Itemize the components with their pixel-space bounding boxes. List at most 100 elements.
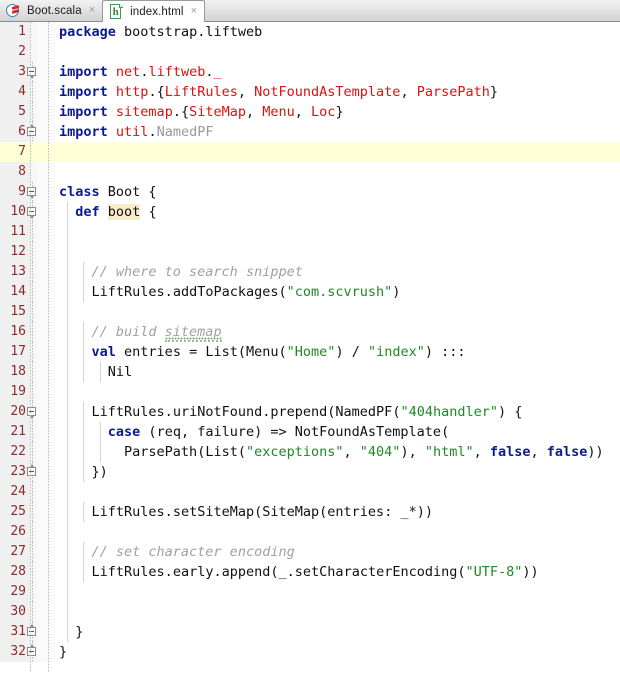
code-line[interactable]: 7	[0, 142, 620, 162]
fold-column[interactable]	[27, 622, 37, 642]
code-line[interactable]: 24	[0, 482, 620, 502]
code-text[interactable]: import http.{LiftRules, NotFoundAsTempla…	[55, 82, 620, 102]
code-text[interactable]: }	[55, 642, 620, 662]
fold-column[interactable]	[30, 42, 37, 62]
code-line[interactable]: 14 LiftRules.addToPackages("com.scvrush"…	[0, 282, 620, 302]
fold-column[interactable]	[30, 342, 37, 362]
code-text[interactable]	[55, 482, 620, 502]
fold-column[interactable]	[30, 602, 37, 622]
code-line[interactable]: 11	[0, 222, 620, 242]
code-line[interactable]: 15	[0, 302, 620, 322]
code-text[interactable]: }	[55, 622, 620, 642]
code-text[interactable]: LiftRules.uriNotFound.prepend(NamedPF("4…	[55, 402, 620, 422]
code-line[interactable]: 26	[0, 522, 620, 542]
code-text[interactable]: Nil	[55, 362, 620, 382]
code-text[interactable]: ParsePath(List("exceptions", "404"), "ht…	[55, 442, 620, 462]
fold-column[interactable]	[30, 162, 37, 182]
code-text[interactable]: import sitemap.{SiteMap, Menu, Loc}	[55, 102, 620, 122]
code-line[interactable]: 9 class Boot {	[0, 182, 620, 202]
fold-column[interactable]	[30, 422, 37, 442]
code-line[interactable]: 3 import net.liftweb._	[0, 62, 620, 82]
close-icon[interactable]: ×	[88, 5, 96, 16]
code-text[interactable]: // set character encoding	[55, 542, 620, 562]
code-line[interactable]: 30	[0, 602, 620, 622]
code-editor-area[interactable]: 1 package bootstrap.liftweb 2 3 import net.l…	[0, 22, 620, 673]
code-text[interactable]: LiftRules.setSiteMap(SiteMap(entries: _*…	[55, 502, 620, 522]
code-line[interactable]: 27 // set character encoding	[0, 542, 620, 562]
code-line[interactable]: 31 }	[0, 622, 620, 642]
fold-column[interactable]	[27, 202, 37, 222]
code-text[interactable]: class Boot {	[55, 182, 620, 202]
code-text[interactable]: val entries = List(Menu("Home") / "index…	[55, 342, 620, 362]
code-line[interactable]: 32}	[0, 642, 620, 662]
code-text[interactable]	[55, 602, 620, 622]
fold-column[interactable]	[30, 22, 37, 42]
fold-column[interactable]	[27, 402, 37, 422]
fold-column[interactable]	[27, 462, 37, 482]
code-line[interactable]: 16 // build sitemap	[0, 322, 620, 342]
code-line[interactable]: 28 LiftRules.early.append(_.setCharacter…	[0, 562, 620, 582]
code-line[interactable]: 12	[0, 242, 620, 262]
fold-column[interactable]	[27, 182, 37, 202]
fold-column[interactable]	[27, 122, 37, 142]
code-line[interactable]: 25 LiftRules.setSiteMap(SiteMap(entries:…	[0, 502, 620, 522]
fold-column[interactable]	[27, 62, 37, 82]
code-text[interactable]	[55, 302, 620, 322]
code-text[interactable]: import net.liftweb._	[55, 62, 620, 82]
code-line[interactable]: 13 // where to search snippet	[0, 262, 620, 282]
fold-column[interactable]	[30, 222, 37, 242]
code-text[interactable]: import util.NamedPF	[55, 122, 620, 142]
fold-column[interactable]	[30, 522, 37, 542]
fold-column[interactable]	[30, 582, 37, 602]
code-line[interactable]: 19	[0, 382, 620, 402]
code-text[interactable]: // where to search snippet	[55, 262, 620, 282]
code-text[interactable]	[55, 382, 620, 402]
code-text[interactable]	[55, 142, 620, 162]
code-line[interactable]: 17 val entries = List(Menu("Home") / "in…	[0, 342, 620, 362]
code-line[interactable]: 23 })	[0, 462, 620, 482]
code-text[interactable]	[55, 582, 620, 602]
fold-column[interactable]	[30, 442, 37, 462]
close-icon[interactable]: ×	[190, 6, 198, 17]
code-line[interactable]: 6 import util.NamedPF	[0, 122, 620, 142]
code-text[interactable]	[55, 522, 620, 542]
code-text[interactable]: package bootstrap.liftweb	[55, 22, 620, 42]
fold-column[interactable]	[30, 282, 37, 302]
code-text[interactable]: LiftRules.addToPackages("com.scvrush")	[55, 282, 620, 302]
code-line[interactable]: 21 case (req, failure) => NotFoundAsTemp…	[0, 422, 620, 442]
fold-column[interactable]	[30, 482, 37, 502]
code-text[interactable]	[55, 222, 620, 242]
tab-boot-scala[interactable]: Boot.scala ×	[0, 0, 102, 21]
code-text[interactable]	[55, 162, 620, 182]
fold-column[interactable]	[30, 142, 37, 162]
code-text[interactable]: })	[55, 462, 620, 482]
fold-column[interactable]	[30, 362, 37, 382]
code-text[interactable]: LiftRules.early.append(_.setCharacterEnc…	[55, 562, 620, 582]
fold-column[interactable]	[30, 502, 37, 522]
fold-column[interactable]	[30, 102, 37, 122]
fold-column[interactable]	[27, 642, 37, 662]
tab-index-html[interactable]: h index.html ×	[102, 0, 205, 22]
fold-column[interactable]	[30, 302, 37, 322]
code-line[interactable]: 20 LiftRules.uriNotFound.prepend(NamedPF…	[0, 402, 620, 422]
code-text[interactable]: // build sitemap	[55, 322, 620, 342]
code-text[interactable]: def boot {	[55, 202, 620, 222]
fold-column[interactable]	[30, 382, 37, 402]
code-line[interactable]: 4 import http.{LiftRules, NotFoundAsTempl…	[0, 82, 620, 102]
fold-column[interactable]	[30, 322, 37, 342]
fold-column[interactable]	[30, 242, 37, 262]
code-line[interactable]: 1 package bootstrap.liftweb	[0, 22, 620, 42]
fold-column[interactable]	[30, 262, 37, 282]
code-line[interactable]: 22 ParsePath(List("exceptions", "404"), …	[0, 442, 620, 462]
code-line[interactable]: 2	[0, 42, 620, 62]
code-line[interactable]: 29	[0, 582, 620, 602]
code-line[interactable]: 18 Nil	[0, 362, 620, 382]
fold-column[interactable]	[30, 82, 37, 102]
code-line[interactable]: 8	[0, 162, 620, 182]
fold-column[interactable]	[30, 562, 37, 582]
code-text[interactable]	[55, 42, 620, 62]
code-line[interactable]: 5 import sitemap.{SiteMap, Menu, Loc}	[0, 102, 620, 122]
code-text[interactable]: case (req, failure) => NotFoundAsTemplat…	[55, 422, 620, 442]
code-line[interactable]: 10 def boot {	[0, 202, 620, 222]
code-text[interactable]	[55, 242, 620, 262]
